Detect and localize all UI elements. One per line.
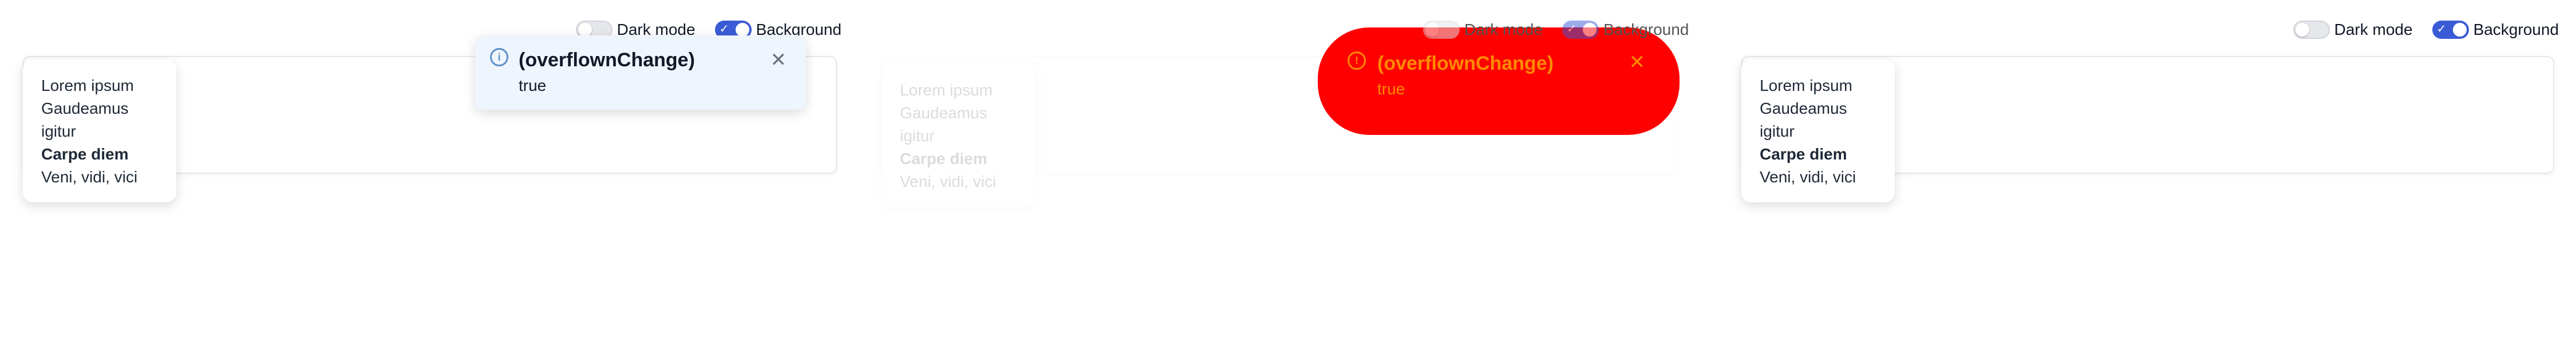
list-item: Carpe diem [1760, 145, 1847, 163]
notification-body: true [1377, 80, 1405, 98]
notification-body: true [519, 77, 547, 94]
dark-mode-label: Dark mode [1464, 21, 1543, 38]
panel-left: Dark mode ✓ Background Lorem ipsum Gaude… [0, 0, 859, 343]
info-icon: i [490, 48, 508, 66]
background-label: Background [2473, 21, 2559, 38]
list-item: Lorem ipsum [1760, 77, 1852, 94]
list-item: Carpe diem [41, 145, 129, 163]
list-item: igitur [41, 122, 76, 140]
background-label: Background [1603, 21, 1689, 38]
list-item: Veni, vidi, vici [1760, 168, 1856, 186]
background-toggle[interactable]: ✓ [1562, 21, 1599, 39]
ghost-toolbar: Dark mode ✓ Background [1423, 21, 1689, 39]
list-item: Veni, vidi, vici [900, 173, 997, 190]
notification-title: (overflownChange) [1377, 53, 1554, 74]
check-icon: ✓ [2436, 23, 2447, 35]
list-item: Lorem ipsum [41, 77, 134, 94]
overflow-list: Lorem ipsum Gaudeamus igitur Carpe diem … [1741, 59, 1895, 202]
dark-mode-toggle[interactable] [2293, 21, 2330, 39]
panel-right: Dark mode ✓ Background Lorem ipsum Gaude… [1717, 0, 2576, 343]
overflow-list: Lorem ipsum Gaudeamus igitur Carpe diem … [23, 59, 176, 202]
list-item: igitur [1760, 122, 1795, 140]
list-item: Carpe diem [900, 150, 987, 167]
list-item: Lorem ipsum [900, 81, 993, 99]
list-item: Gaudeamus [900, 104, 987, 122]
list-item: igitur [900, 127, 935, 145]
toolbar: Dark mode ✓ Background [2293, 21, 2559, 39]
error-notification: ! (overflownChange) true ✕ [1318, 27, 1680, 135]
notification: i (overflownChange) true ✕ [475, 35, 806, 110]
close-icon[interactable]: ✕ [1629, 53, 1646, 72]
dark-mode-toggle[interactable] [1423, 21, 1460, 39]
list-item: Gaudeamus [1760, 99, 1847, 117]
warning-icon: ! [1348, 51, 1366, 70]
close-icon[interactable]: ✕ [771, 50, 787, 70]
notification-title: (overflownChange) [519, 49, 695, 71]
check-icon: ✓ [1566, 23, 1577, 35]
background-toggle[interactable]: ✓ [2432, 21, 2469, 39]
overflow-list: Lorem ipsum Gaudeamus igitur Carpe diem … [882, 64, 1035, 207]
dark-mode-label: Dark mode [2334, 21, 2413, 38]
list-item: Gaudeamus [41, 99, 129, 117]
check-icon: ✓ [719, 23, 729, 35]
list-item: Veni, vidi, vici [41, 168, 138, 186]
